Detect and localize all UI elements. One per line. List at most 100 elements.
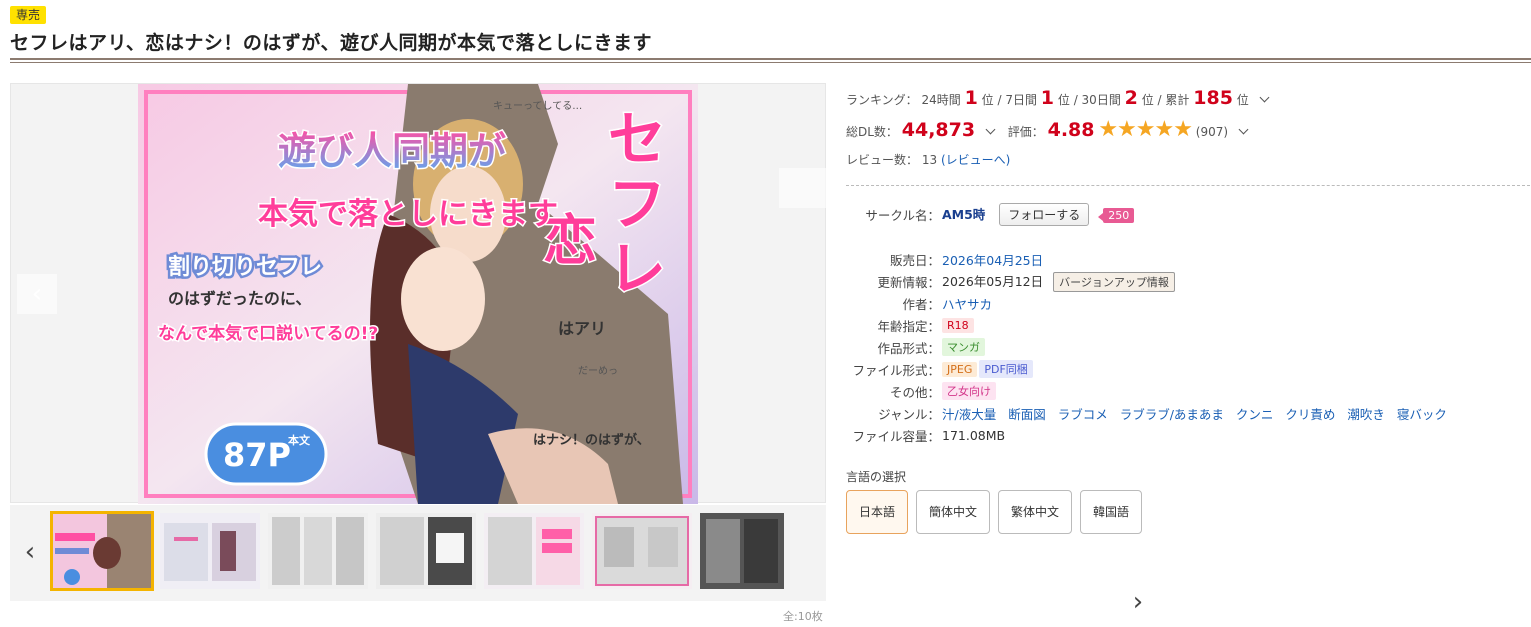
info-row-update: 更新情報： 2026年05月12日 バージョンアップ情報 xyxy=(846,270,1455,292)
language-button-ko[interactable]: 韓国語 xyxy=(1080,490,1142,534)
ranking-period: 30日間 xyxy=(1081,93,1121,107)
genre-link[interactable]: ラブコメ xyxy=(1058,407,1108,422)
info-row-size: ファイル容量： 171.08MB xyxy=(846,424,1455,446)
ranking-suffix: 位 xyxy=(1141,93,1154,107)
language-button-zh-hans[interactable]: 簡体中文 xyxy=(916,490,990,534)
info-row-release: 販売日： 2026年04月25日 xyxy=(846,248,1455,270)
cover-bubble1: キューってしてる… xyxy=(493,100,582,112)
circle-name-link[interactable]: AM5時 xyxy=(942,207,985,222)
genre-link[interactable]: 断面図 xyxy=(1008,407,1046,422)
age-rating-tag[interactable]: R18 xyxy=(942,318,974,333)
language-button-ja[interactable]: 日本語 xyxy=(846,490,908,534)
work-format-tag[interactable]: マンガ xyxy=(942,338,985,356)
info-row-other: その他： 乙女向け xyxy=(846,380,1455,402)
review-label: レビュー数： xyxy=(846,153,919,167)
dl-count: 44,873 xyxy=(901,119,976,141)
update-date: 2026年05月12日 xyxy=(942,273,1044,289)
file-format-tag-pdf[interactable]: PDF同梱 xyxy=(979,360,1033,378)
review-link[interactable]: (レビューへ) xyxy=(941,153,1010,167)
thumbnail-3[interactable] xyxy=(268,513,368,589)
author-link[interactable]: ハヤサカ xyxy=(942,297,992,312)
circle-label: サークル名： xyxy=(865,208,940,223)
product-title: セフレはアリ、恋はナシ！のはずが、遊び人同期が本気で落としにきます xyxy=(10,32,652,54)
dl-label: 総DL数： xyxy=(846,125,898,139)
rating-value: 4.88 xyxy=(1047,119,1095,141)
rating-label: 評価： xyxy=(1007,125,1044,139)
author-label: 作者： xyxy=(902,296,940,312)
ranking-suffix: 位 xyxy=(1057,93,1070,107)
ranking-suffix: 位 xyxy=(1236,93,1249,107)
follower-count-badge: 250 xyxy=(1098,208,1135,223)
thumbnail-4[interactable] xyxy=(376,513,476,589)
follow-button[interactable]: フォローする xyxy=(999,203,1090,226)
review-row: レビュー数： 13 (レビューへ) xyxy=(846,151,1010,168)
file-format-label: ファイル形式： xyxy=(852,362,940,378)
genre-link[interactable]: クンニ xyxy=(1236,407,1274,422)
info-row-file: ファイル形式： JPEG PDF同梱 xyxy=(846,358,1455,380)
cover-sub3: なんで本気で口説いてるの!? xyxy=(158,323,378,344)
title-divider xyxy=(10,58,1531,63)
cover-sub1: 割り切りセフレ xyxy=(168,254,322,280)
cover-ari: はアリ xyxy=(558,319,606,338)
gallery-prev-button[interactable]: ‹ xyxy=(17,274,57,314)
cover-nashi: はナシ！のはずが、 xyxy=(533,432,650,448)
version-info-button[interactable]: バージョンアップ情報 xyxy=(1053,271,1175,292)
cover-main-line2: 本気で落としにきます xyxy=(258,197,558,232)
cover-illustration: セ フ レ 恋 遊び人同期が 本気で落としにきます 割り切りセフレ のはずだった… xyxy=(138,84,698,504)
genre-link[interactable]: ラブラブ/あまあま xyxy=(1120,407,1224,422)
thumbs-next-button[interactable]: › xyxy=(796,589,1480,615)
cover-title-se: セ xyxy=(608,105,666,173)
thumbnail-7[interactable] xyxy=(700,513,784,589)
info-row-author: 作者： ハヤサカ xyxy=(846,292,1455,314)
rating-expand-chevron-down-icon[interactable] xyxy=(1238,124,1249,135)
work-info-table: サークル名： AM5時 フォローする 250 販売日： 2026年04月25日 … xyxy=(846,203,1455,446)
ranking-value: 1 xyxy=(964,87,978,109)
stats-row: 総DL数： 44,873 評価： 4.88 ★★★★★ (907) xyxy=(846,117,1253,142)
cover-main-big: 遊び人同期が xyxy=(278,129,506,173)
other-label: その他： xyxy=(889,384,940,400)
file-size: 171.08MB xyxy=(942,427,1006,443)
info-divider xyxy=(846,185,1530,186)
ranking-period: 累計 xyxy=(1165,93,1190,107)
thumbnail-1[interactable] xyxy=(50,511,154,591)
main-gallery: セ フ レ 恋 遊び人同期が 本気で落としにきます 割り切りセフレ のはずだった… xyxy=(10,83,1463,504)
chevron-right-icon: › xyxy=(1132,587,1144,617)
thumbnail-5[interactable] xyxy=(484,513,584,589)
gallery-next-button[interactable]: › xyxy=(779,168,1463,208)
genre-link[interactable]: 汁/液大量 xyxy=(942,407,996,422)
genre-link[interactable]: 潮吹き xyxy=(1347,407,1385,422)
cover-sub2: のはずだったのに、 xyxy=(168,289,311,308)
info-row-format: 作品形式： マンガ xyxy=(846,336,1455,358)
age-label: 年齢指定： xyxy=(877,318,940,334)
format-label: 作品形式： xyxy=(877,340,940,356)
exclusive-badge: 専売 xyxy=(10,6,47,24)
cover-bubble2: だーめっ xyxy=(578,365,618,377)
ranking-value: 1 xyxy=(1040,87,1055,109)
ranking-label: ランキング： xyxy=(846,93,918,107)
review-count: 13 xyxy=(921,153,938,167)
ranking-suffix: 位 xyxy=(981,93,994,107)
ranking-row: ランキング： 24時間 1 位 / 7日間 1 位 / 30日間 2 位 / 累… xyxy=(846,87,1274,109)
ranking-expand-chevron-down-icon[interactable] xyxy=(1259,92,1270,103)
language-button-zh-hant[interactable]: 繁体中文 xyxy=(998,490,1072,534)
genre-link[interactable]: 寝バック xyxy=(1397,407,1447,422)
rating-stars-icon: ★★★★★ xyxy=(1098,117,1193,142)
thumbnail-2[interactable] xyxy=(160,513,260,589)
thumbs-prev-button[interactable]: ‹ xyxy=(20,539,40,565)
cover-title-fu: フ xyxy=(608,170,666,238)
language-select-title: 言語の選択 xyxy=(846,470,907,484)
rating-count: (907) xyxy=(1195,125,1229,139)
cover-image[interactable]: セ フ レ 恋 遊び人同期が 本気で落としにきます 割り切りセフレ のはずだった… xyxy=(138,84,698,504)
file-size-label: ファイル容量： xyxy=(852,428,940,444)
release-date-link[interactable]: 2026年04月25日 xyxy=(942,253,1043,268)
chevron-right-icon: › xyxy=(1115,173,1127,203)
image-count: 全:10枚 xyxy=(783,610,823,623)
info-row-age: 年齢指定： R18 xyxy=(846,314,1455,336)
ranking-value: 2 xyxy=(1124,87,1138,109)
thumbnail-6[interactable] xyxy=(592,513,692,589)
dl-expand-chevron-down-icon[interactable] xyxy=(985,124,996,135)
file-format-tag-jpeg[interactable]: JPEG xyxy=(942,362,978,377)
genre-link[interactable]: クリ責め xyxy=(1285,407,1335,422)
other-tag[interactable]: 乙女向け xyxy=(942,382,996,400)
ranking-period: 7日間 xyxy=(1005,93,1037,107)
